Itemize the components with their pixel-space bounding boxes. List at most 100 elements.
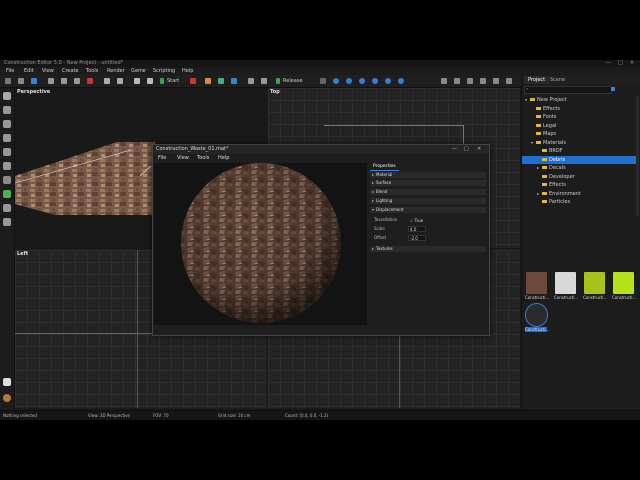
tree-item[interactable]: ▸ Decals bbox=[522, 164, 637, 172]
tree-item[interactable]: Particles bbox=[522, 198, 637, 206]
tree-item[interactable]: ▸ Environment bbox=[522, 190, 637, 198]
asset-thumbnail[interactable] bbox=[525, 303, 548, 327]
menu-game[interactable]: Game bbox=[131, 67, 146, 75]
zoom-in-icon[interactable] bbox=[134, 78, 140, 84]
select-tool-icon[interactable] bbox=[3, 92, 11, 100]
menu-create[interactable]: Create bbox=[62, 67, 79, 75]
pivot-icon[interactable] bbox=[261, 78, 267, 84]
play-icon[interactable] bbox=[160, 78, 164, 84]
terrain-tool-icon[interactable] bbox=[3, 190, 11, 198]
particle-icon[interactable] bbox=[385, 78, 391, 84]
section-material[interactable]: ▸ Material bbox=[370, 172, 486, 178]
graduation-icon[interactable] bbox=[3, 378, 11, 386]
asset-thumbnail[interactable] bbox=[613, 272, 634, 294]
menu-scripting[interactable]: Scripting bbox=[153, 67, 175, 75]
dialog-close-icon[interactable]: ✕ bbox=[477, 145, 481, 154]
tree-item[interactable]: ▾ New Project bbox=[522, 96, 637, 104]
tree-item[interactable]: Debris bbox=[522, 155, 637, 164]
save-icon[interactable] bbox=[31, 78, 37, 84]
asset-thumbnail[interactable] bbox=[526, 272, 547, 294]
menu-view[interactable]: View bbox=[42, 67, 54, 75]
scale-field[interactable]: 4.0 bbox=[408, 226, 426, 232]
asset-thumbnail[interactable] bbox=[584, 272, 605, 294]
record-icon[interactable] bbox=[190, 78, 196, 84]
tessellation-checkbox[interactable]: ✓ True bbox=[410, 218, 423, 223]
menu-tools[interactable]: Tools bbox=[86, 67, 98, 75]
dialog-menu-view[interactable]: View bbox=[177, 154, 189, 162]
lasso-tool-icon[interactable] bbox=[3, 218, 11, 226]
tree-item[interactable]: Effects bbox=[522, 181, 637, 189]
menu-help[interactable]: Help bbox=[182, 67, 193, 75]
tree-item[interactable]: BRDF bbox=[522, 147, 637, 155]
tab-scene[interactable]: Scene bbox=[546, 76, 569, 84]
tree-item[interactable]: ▾ Materials bbox=[522, 139, 637, 147]
section-textures[interactable]: ▸ Textures bbox=[370, 246, 486, 252]
dialog-maximize-icon[interactable]: □ bbox=[464, 145, 469, 154]
section-lighting[interactable]: ▸ Lighting bbox=[370, 198, 486, 204]
tree-item[interactable]: Legal bbox=[522, 122, 637, 130]
pause-icon[interactable] bbox=[205, 78, 211, 84]
sculpt-tool-icon[interactable] bbox=[3, 162, 11, 170]
snap-icon[interactable] bbox=[231, 78, 237, 84]
tab-properties[interactable]: Properties bbox=[370, 164, 399, 171]
undo-icon[interactable] bbox=[104, 78, 110, 84]
section-blend[interactable]: ▸ Blend bbox=[370, 189, 486, 195]
search-icon: ⌕ bbox=[526, 86, 529, 91]
layout-3-icon[interactable] bbox=[467, 78, 473, 84]
layout-1-icon[interactable] bbox=[441, 78, 447, 84]
user-avatar[interactable] bbox=[3, 394, 11, 402]
dialog-minimize-icon[interactable]: — bbox=[452, 145, 457, 154]
asset-thumbnail[interactable] bbox=[555, 272, 576, 294]
light-icon[interactable] bbox=[346, 78, 352, 84]
brush-tool-icon[interactable] bbox=[3, 176, 11, 184]
maximize-icon[interactable]: □ bbox=[618, 60, 623, 67]
gizmo-icon[interactable] bbox=[248, 78, 254, 84]
tree-item[interactable]: Maps bbox=[522, 130, 637, 138]
dialog-menu-tools[interactable]: Tools bbox=[197, 154, 209, 162]
add-asset-button[interactable] bbox=[611, 87, 615, 91]
layout-6-icon[interactable] bbox=[506, 78, 512, 84]
menu-edit[interactable]: Edit bbox=[24, 67, 34, 75]
globe-icon[interactable] bbox=[333, 78, 339, 84]
section-displacement[interactable]: ▾ Displacement bbox=[370, 207, 486, 213]
layout-2-icon[interactable] bbox=[454, 78, 460, 84]
zoom-out-icon[interactable] bbox=[147, 78, 153, 84]
offset-field[interactable]: -2.0 bbox=[408, 235, 426, 241]
camera-icon[interactable] bbox=[359, 78, 365, 84]
build-mode-select[interactable]: Release bbox=[283, 75, 303, 87]
new-icon[interactable] bbox=[5, 78, 11, 84]
paint-tool-icon[interactable] bbox=[3, 148, 11, 156]
rotate-tool-icon[interactable] bbox=[3, 120, 11, 128]
layout-5-icon[interactable] bbox=[493, 78, 499, 84]
open-icon[interactable] bbox=[18, 78, 24, 84]
menu-render[interactable]: Render bbox=[107, 67, 125, 75]
copy-icon[interactable] bbox=[61, 78, 67, 84]
tree-item[interactable]: Effects bbox=[522, 105, 637, 113]
mesh-icon[interactable] bbox=[372, 78, 378, 84]
run-icon[interactable] bbox=[276, 78, 280, 84]
material-preview[interactable] bbox=[154, 163, 367, 325]
delete-icon[interactable] bbox=[87, 78, 93, 84]
step-icon[interactable] bbox=[218, 78, 224, 84]
dialog-menu-help[interactable]: Help bbox=[218, 154, 229, 162]
tree-scrollbar[interactable] bbox=[636, 96, 639, 216]
audio-icon[interactable] bbox=[398, 78, 404, 84]
perspective-label: Perspective bbox=[17, 89, 51, 95]
paste-icon[interactable] bbox=[74, 78, 80, 84]
asset-search-input[interactable]: ⌕ bbox=[524, 86, 612, 94]
play-label[interactable]: Start bbox=[167, 75, 179, 87]
hierarchy-tool-icon[interactable] bbox=[3, 204, 11, 212]
cut-icon[interactable] bbox=[48, 78, 54, 84]
settings-icon[interactable] bbox=[320, 78, 326, 84]
layout-4-icon[interactable] bbox=[480, 78, 486, 84]
tree-item[interactable]: Developer bbox=[522, 173, 637, 181]
dialog-menu-file[interactable]: File bbox=[158, 154, 166, 162]
move-tool-icon[interactable] bbox=[3, 106, 11, 114]
section-surface[interactable]: ▸ Surface bbox=[370, 180, 486, 186]
scale-tool-icon[interactable] bbox=[3, 134, 11, 142]
minimize-icon[interactable]: — bbox=[606, 60, 611, 67]
close-icon[interactable]: ✕ bbox=[630, 60, 634, 67]
redo-icon[interactable] bbox=[117, 78, 123, 84]
tree-item[interactable]: Fonts bbox=[522, 113, 637, 121]
menu-file[interactable]: File bbox=[6, 67, 14, 75]
